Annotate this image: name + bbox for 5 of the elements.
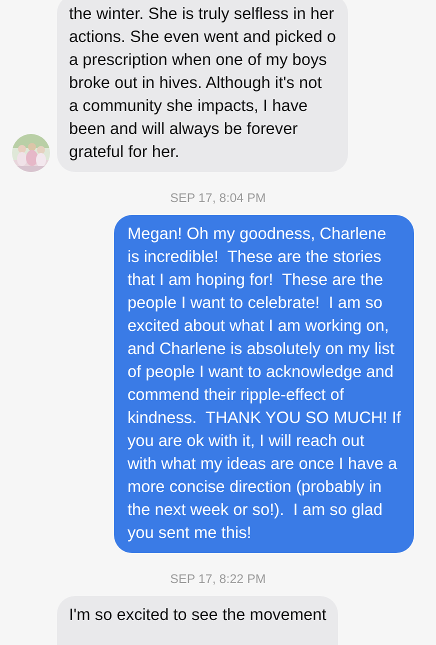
timestamp: SEP 17, 8:04 PM	[169, 191, 267, 206]
message-bubble: I'm so excited to see the movement	[57, 596, 338, 645]
message-bubble: Megan! Oh my goodness, Charlene is incredible! These are the stories that I am hoping for! These are the people I want to celebrate! I am so excited about what I am working on, and Charlene is absolutely on my list of people I want to acknowledge and commend their ripple-effect of kindness. THANK YOU SO MUCH! If you are ok with it, I will reach out with what my ideas are once I have a more concise direction (probably in the next week or so!). I am so glad you sent me this!	[114, 215, 414, 553]
timestamp: SEP 17, 8:22 PM	[169, 572, 267, 587]
message-bubble: the winter. She is truly selfless in her actions. She even went and picked o a prescription when one of my boys broke out in hives. Although it's not a community she impacts, I have been and will always be forever grateful for her.	[57, 0, 348, 172]
